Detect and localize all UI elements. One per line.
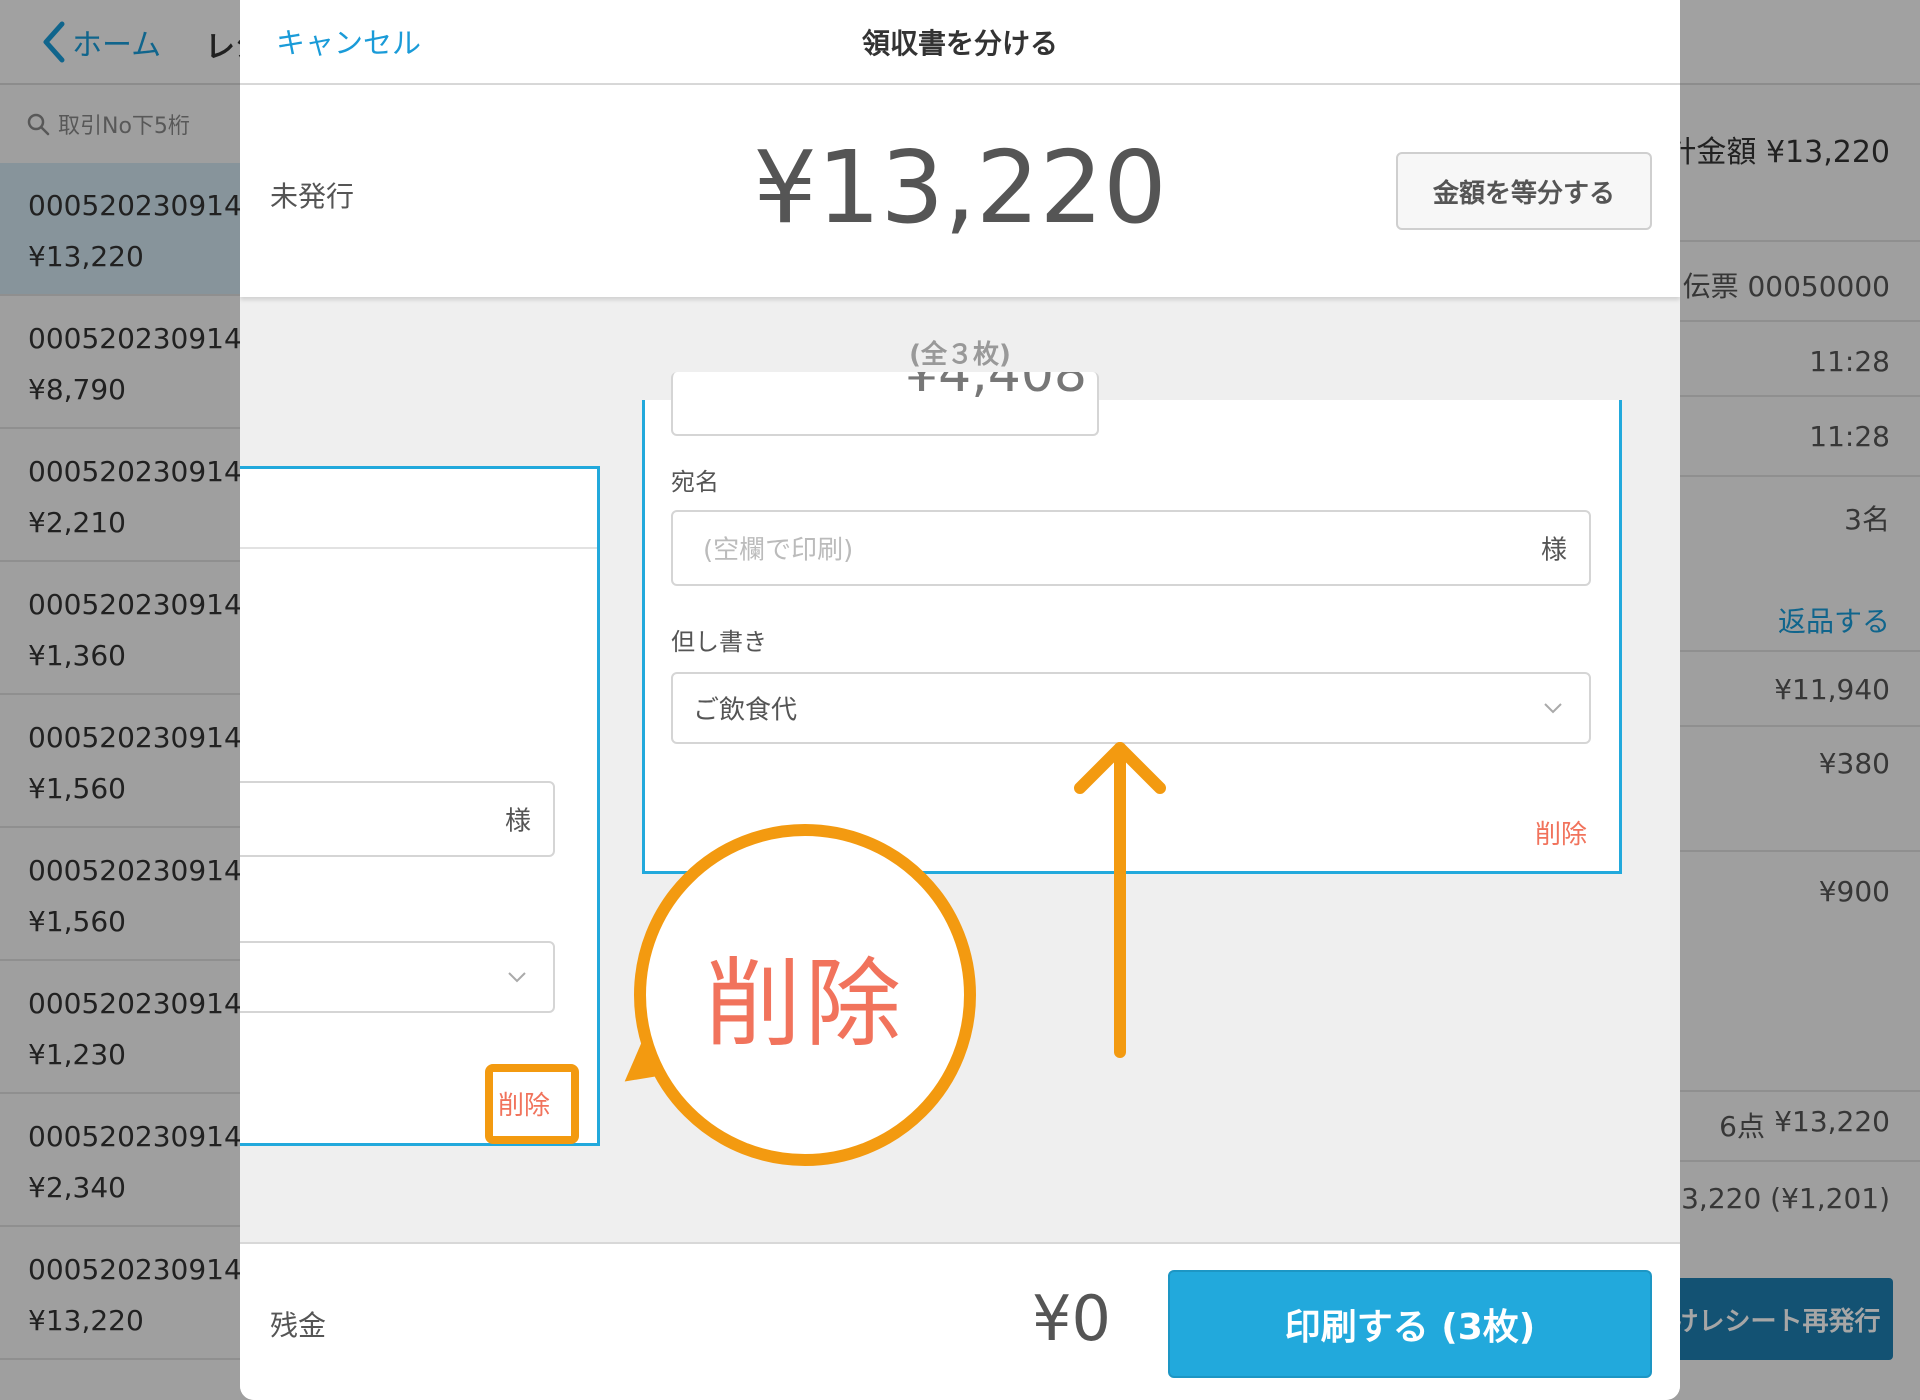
proviso-label: 但し書き	[671, 628, 767, 656]
sama-suffix: 様	[1540, 535, 1567, 566]
modal-title: 領収書を分ける	[861, 27, 1058, 60]
proviso-select[interactable]	[240, 941, 555, 1013]
callout-text: 削除	[705, 947, 905, 1060]
remaining-label: 残金	[270, 1309, 327, 1342]
modal-footer: 残金 ¥0 印刷する (3枚)	[240, 1242, 1680, 1400]
split-receipt-modal: キャンセル 領収書を分ける 未発行 ¥13,220 金額を等分する (全３枚) …	[240, 0, 1680, 1400]
remaining-amount: ¥0	[1032, 1282, 1111, 1355]
addressee-field[interactable]: 様	[240, 781, 555, 857]
sama-suffix: 様	[504, 806, 531, 837]
equal-split-button[interactable]: 金額を等分する	[1396, 152, 1652, 230]
addressee-field[interactable]: (空欄で印刷) 様	[671, 510, 1591, 586]
chevron-down-icon	[1544, 703, 1562, 714]
modal-header: キャンセル 領収書を分ける	[240, 0, 1680, 85]
amount-bar: 未発行 ¥13,220 金額を等分する	[240, 85, 1680, 297]
divider	[240, 547, 597, 549]
delete-callout: 削除	[634, 824, 976, 1166]
amount-value: ¥4,408	[905, 372, 1087, 404]
addressee-placeholder: (空欄で印刷)	[703, 535, 854, 566]
delete-highlight	[485, 1064, 579, 1144]
receipt-card: 様 削除	[240, 466, 600, 1146]
arrow-up-icon	[1074, 742, 1166, 1058]
amount-field[interactable]: ¥4,408	[671, 372, 1099, 436]
receipt-count: (全３枚)	[909, 340, 1011, 370]
print-button[interactable]: 印刷する (3枚)	[1168, 1270, 1652, 1378]
addressee-label: 宛名	[671, 468, 719, 496]
chevron-down-icon	[508, 972, 526, 983]
delete-button[interactable]: 削除	[1535, 814, 1587, 851]
proviso-value: ご飲食代	[693, 695, 798, 726]
